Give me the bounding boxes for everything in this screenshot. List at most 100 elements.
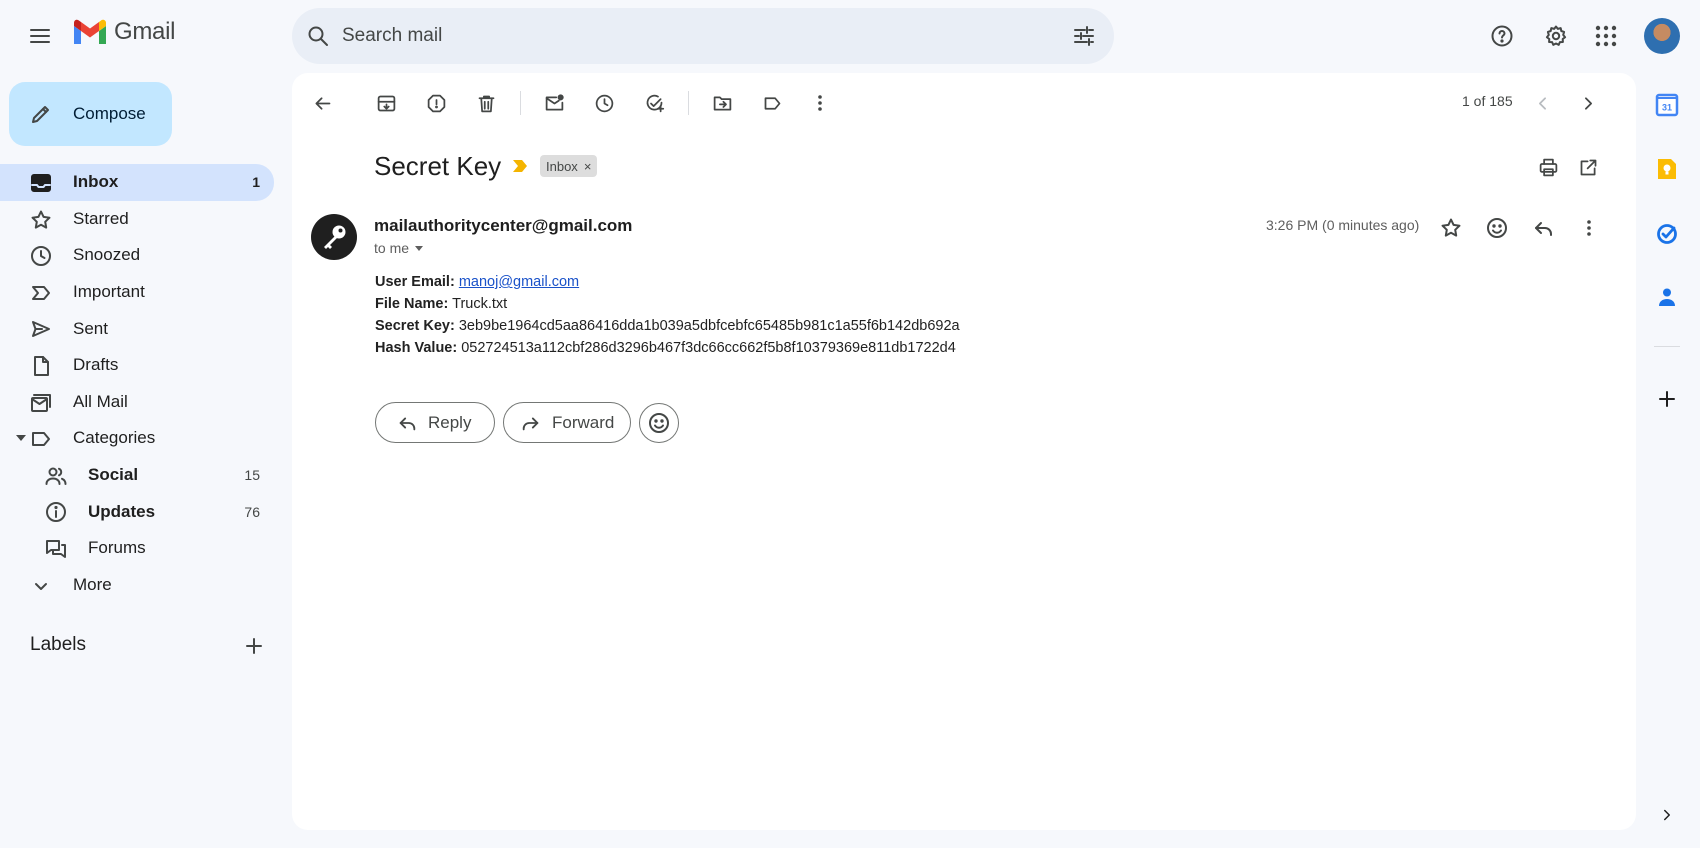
- sidebar-item-sent[interactable]: Sent: [0, 310, 274, 347]
- compose-button[interactable]: Compose: [9, 82, 172, 146]
- caret-down-icon: [415, 245, 424, 251]
- search-input[interactable]: [342, 22, 1042, 50]
- help-icon: [1491, 25, 1513, 47]
- search-bar[interactable]: [292, 8, 1114, 64]
- archive-icon: [377, 95, 395, 111]
- sidebar-item-label: Important: [73, 282, 145, 302]
- contacts-icon: [1659, 288, 1675, 306]
- gmail-logo[interactable]: Gmail: [72, 18, 175, 46]
- remove-label-icon[interactable]: ×: [584, 159, 592, 174]
- chevron-down-icon: [35, 582, 47, 590]
- apps-button[interactable]: [1586, 16, 1626, 56]
- sidebar-item-categories[interactable]: Categories: [0, 420, 274, 457]
- body-line-user-email: User Email: manoj@gmail.com: [375, 271, 960, 293]
- user-email-link[interactable]: manoj@gmail.com: [459, 274, 579, 290]
- sidebar-item-updates[interactable]: Updates 76: [0, 493, 274, 530]
- add-label-icon[interactable]: [242, 634, 266, 658]
- sidebar-item-drafts[interactable]: Drafts: [0, 347, 274, 384]
- newer-button[interactable]: [1526, 87, 1558, 119]
- hash-value: 052724513a112cbf286d3296b467f3dc66cc662f…: [461, 340, 956, 356]
- sidebar-item-more[interactable]: More: [0, 567, 274, 604]
- chevron-right-icon: [1664, 809, 1670, 821]
- pagination-label: 1 of 185: [1462, 93, 1513, 109]
- snooze-button[interactable]: [588, 87, 620, 119]
- forward-icon: [522, 417, 539, 430]
- field-label: Hash Value:: [375, 340, 458, 356]
- arrow-left-icon: [315, 96, 330, 110]
- sidebar-item-label: Snoozed: [73, 245, 141, 265]
- archive-button[interactable]: [370, 87, 402, 119]
- info-icon: [46, 502, 66, 523]
- reply-button[interactable]: Reply: [375, 402, 495, 443]
- recipient-label: to me: [374, 240, 410, 256]
- sidebar-item-label: Starred: [73, 208, 129, 228]
- expand-arrow-icon[interactable]: [16, 435, 26, 442]
- star-button[interactable]: [1434, 211, 1468, 245]
- emoji-icon: [1487, 218, 1507, 238]
- expand-side-panel-button[interactable]: [1652, 800, 1682, 830]
- settings-button[interactable]: [1536, 16, 1576, 56]
- labels-heading: Labels: [30, 634, 86, 655]
- printer-icon: [1539, 158, 1557, 176]
- forum-icon: [46, 539, 66, 558]
- field-label: Secret Key:: [375, 318, 455, 334]
- sidebar-item-social[interactable]: Social 15: [0, 457, 274, 494]
- reply-icon-button[interactable]: [1526, 211, 1560, 245]
- search-options-icon[interactable]: [1072, 24, 1096, 48]
- sidebar-nav: Inbox 1 Starred Snoozed Important Sent D…: [0, 164, 274, 603]
- chevron-right-icon: [1584, 96, 1592, 110]
- sidebar-item-forums[interactable]: Forums: [0, 530, 274, 567]
- calendar-icon: 31: [1655, 93, 1679, 117]
- report-spam-button[interactable]: [420, 87, 452, 119]
- delete-button[interactable]: [470, 87, 502, 119]
- print-button[interactable]: [1532, 151, 1564, 183]
- contacts-app-button[interactable]: [1652, 282, 1682, 312]
- important-marker-icon[interactable]: [512, 159, 528, 173]
- more-actions-button[interactable]: [804, 87, 836, 119]
- sidebar-item-snoozed[interactable]: Snoozed: [0, 237, 274, 274]
- report-icon: [427, 94, 445, 112]
- sidebar-item-label: Forums: [88, 538, 146, 558]
- inbox-label-chip[interactable]: Inbox ×: [540, 155, 598, 177]
- mark-unread-button[interactable]: [538, 87, 570, 119]
- add-task-icon: [646, 94, 664, 112]
- email-timestamp: 3:26 PM (0 minutes ago): [1266, 217, 1420, 233]
- sidebar-item-label: More: [73, 574, 112, 594]
- calendar-app-button[interactable]: 31: [1652, 90, 1682, 120]
- sidebar-item-important[interactable]: Important: [0, 274, 274, 311]
- labels-button[interactable]: [756, 87, 788, 119]
- star-icon: [31, 210, 51, 229]
- sidebar-item-starred[interactable]: Starred: [0, 201, 274, 238]
- unread-count: 1: [252, 174, 260, 191]
- react-button[interactable]: [639, 403, 679, 443]
- add-to-tasks-button[interactable]: [638, 87, 670, 119]
- category-count: 15: [244, 467, 260, 484]
- all-mail-icon: [31, 393, 51, 412]
- forward-button[interactable]: Forward: [503, 402, 631, 443]
- sidebar-item-label: Social: [88, 465, 139, 485]
- chip-label: Inbox: [546, 158, 578, 174]
- back-button[interactable]: [306, 87, 338, 119]
- search-icon[interactable]: [306, 24, 330, 48]
- sidebar-item-inbox[interactable]: Inbox 1: [0, 164, 274, 201]
- recipient-details[interactable]: to me: [374, 240, 424, 256]
- gmail-wordmark: Gmail: [114, 18, 176, 45]
- add-reaction-button[interactable]: [1480, 211, 1514, 245]
- tasks-app-button[interactable]: [1652, 218, 1682, 248]
- message-more-button[interactable]: [1572, 211, 1606, 245]
- gear-icon: [1545, 25, 1567, 46]
- sender-email[interactable]: mailauthoritycenter@gmail.com: [374, 216, 632, 236]
- older-button[interactable]: [1572, 87, 1604, 119]
- account-avatar[interactable]: [1644, 18, 1680, 54]
- move-to-button[interactable]: [706, 87, 738, 119]
- main-menu-button[interactable]: [20, 16, 60, 56]
- trash-icon: [478, 95, 494, 112]
- sender-avatar[interactable]: [311, 214, 357, 260]
- support-button[interactable]: [1482, 16, 1522, 56]
- get-addons-button[interactable]: [1652, 384, 1682, 414]
- open-new-window-button[interactable]: [1572, 151, 1604, 183]
- calendar-day: 31: [1662, 103, 1672, 113]
- important-icon: [32, 285, 50, 300]
- keep-app-button[interactable]: [1652, 154, 1682, 184]
- sidebar-item-all-mail[interactable]: All Mail: [0, 384, 274, 421]
